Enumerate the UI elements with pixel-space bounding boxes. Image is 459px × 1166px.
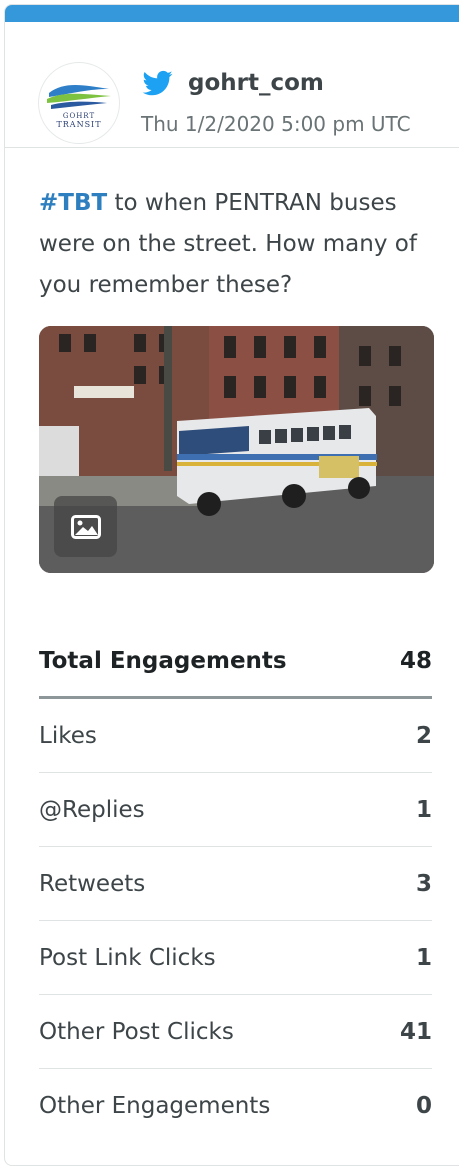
total-engagements-label: Total Engagements [39, 647, 287, 674]
post-timestamp: Thu 1/2/2020 5:00 pm UTC [141, 112, 411, 136]
text-fade [374, 270, 434, 311]
stat-value: 0 [415, 1092, 432, 1119]
total-engagements-value: 48 [399, 647, 432, 674]
avatar-text-line2: TRANSIT [56, 120, 102, 129]
stat-value: 1 [415, 796, 432, 823]
total-engagements-row: Total Engagements 48 [39, 625, 432, 699]
twitter-icon [141, 68, 175, 98]
stat-value: 3 [415, 870, 432, 897]
account-handle[interactable]: gohrt_com [188, 70, 324, 96]
stat-value: 2 [415, 722, 432, 749]
post-header: GOHRT TRANSIT gohrt_com Thu 1/2/2020 5:0… [5, 22, 459, 148]
post-card: GOHRT TRANSIT gohrt_com Thu 1/2/2020 5:0… [4, 4, 459, 1166]
stat-row-retweets: Retweets 3 [39, 847, 432, 921]
stat-label: Post Link Clicks [39, 944, 216, 971]
stat-row-post-link-clicks: Post Link Clicks 1 [39, 921, 432, 995]
stat-value: 1 [415, 944, 432, 971]
hashtag-link[interactable]: #TBT [39, 190, 107, 216]
stat-label: Likes [39, 722, 97, 749]
post-text: #TBT to when PENTRAN buses were on the s… [39, 183, 434, 311]
avatar-text-line1: GOHRT [62, 112, 96, 120]
post-image[interactable] [39, 326, 434, 573]
stat-value: 41 [399, 1018, 432, 1045]
brand-row: gohrt_com [141, 68, 324, 98]
stat-row-other-post-clicks: Other Post Clicks 41 [39, 995, 432, 1069]
card-accent-bar [5, 5, 459, 22]
image-icon [70, 514, 101, 539]
stat-row-other-engagements: Other Engagements 0 [39, 1069, 432, 1142]
engagement-stats: Total Engagements 48 Likes 2 @Replies 1 … [39, 625, 432, 1142]
stat-label: Other Engagements [39, 1092, 271, 1119]
image-badge [54, 496, 117, 557]
stat-label: @Replies [39, 796, 145, 823]
gohrt-logo [47, 85, 111, 109]
stat-row-replies: @Replies 1 [39, 773, 432, 847]
avatar[interactable]: GOHRT TRANSIT [38, 62, 120, 144]
stat-label: Retweets [39, 870, 146, 897]
stat-row-likes: Likes 2 [39, 699, 432, 773]
stat-label: Other Post Clicks [39, 1018, 234, 1045]
